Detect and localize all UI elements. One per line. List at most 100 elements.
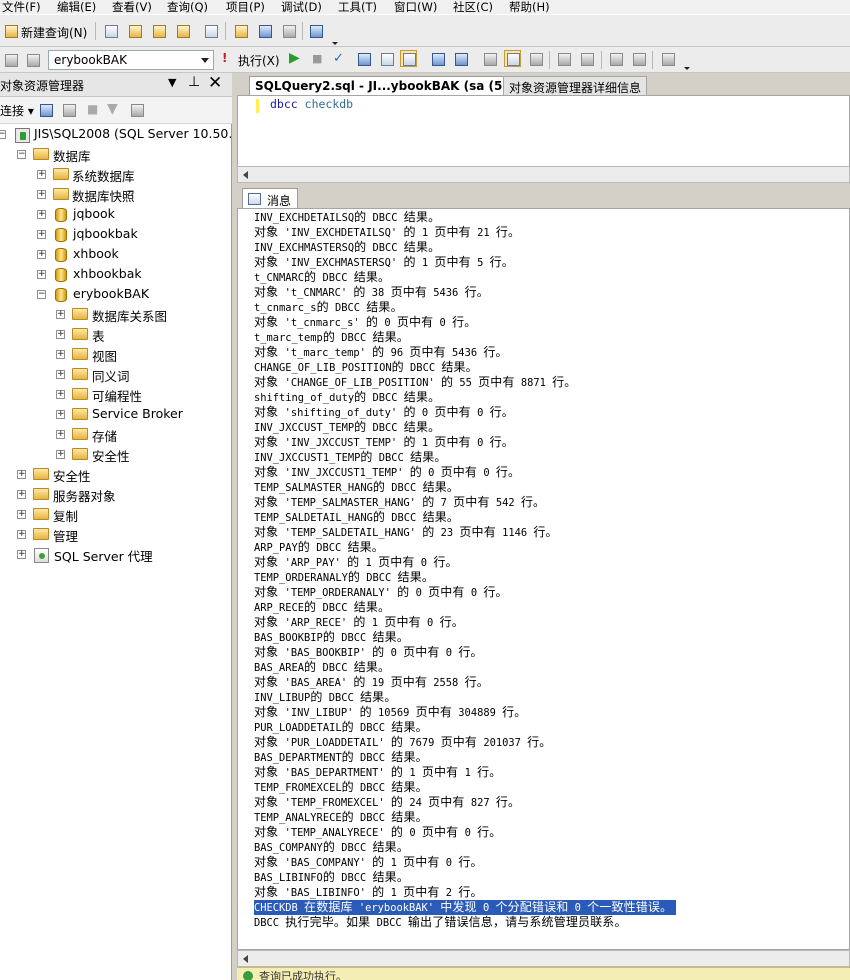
display-plan-icon[interactable]	[356, 51, 373, 68]
message-line: BAS_BOOKBIP的 DBCC 结果。	[254, 630, 409, 644]
menu-debug[interactable]: 调试(D)	[281, 0, 322, 14]
uncomment-lines-icon[interactable]	[579, 51, 596, 68]
close-icon[interactable]: ✕	[208, 73, 222, 93]
menu-community[interactable]: 社区(C)	[453, 0, 493, 14]
folder-icon	[33, 488, 49, 500]
cancel-query-icon[interactable]: ■	[312, 52, 322, 65]
folder-icon	[72, 328, 88, 340]
new-file-icon[interactable]	[103, 23, 120, 40]
menu-edit[interactable]: 编辑(E)	[57, 0, 96, 14]
database-icon	[55, 268, 67, 282]
print-icon[interactable]	[281, 23, 298, 40]
database-engine-query-icon[interactable]	[127, 23, 144, 40]
connect-explorer-icon[interactable]	[38, 102, 55, 119]
message-line: BAS_DEPARTMENT的 DBCC 结果。	[254, 750, 428, 764]
query-designer-icon[interactable]	[379, 51, 396, 68]
message-line: 对象 'BAS_AREA' 的 19 页中有 2558 行。	[254, 675, 489, 689]
connect-icon[interactable]	[3, 52, 20, 69]
folder-icon	[72, 388, 88, 400]
stop-icon[interactable]: ■	[87, 102, 98, 116]
filter-icon[interactable]: ▼	[107, 101, 118, 117]
query-editor[interactable]: dbcc checkdb	[237, 95, 850, 167]
disconnect-icon[interactable]	[25, 52, 42, 69]
scroll-left-arrow-icon[interactable]	[243, 955, 248, 963]
standard-toolbar: 新建查询(N)	[0, 14, 850, 47]
execute-button[interactable]: 执行(X)	[238, 52, 280, 69]
messages-pane[interactable]: INV_EXCHDETAILSQ的 DBCC 结果。 对象 'INV_EXCHDE…	[237, 208, 850, 950]
message-summary-selected: CHECKDB 在数据库 'erybookBAK' 中发现 0 个分配错误和 0…	[254, 900, 677, 915]
message-line: BAS_LIBINFO的 DBCC 结果。	[254, 870, 409, 884]
folder-icon	[33, 528, 49, 540]
message-line: t_CNMARC的 DBCC 结果。	[254, 270, 391, 284]
message-line: BAS_AREA的 DBCC 结果。	[254, 660, 391, 674]
message-line: 对象 'BAS_LIBINFO' 的 1 页中有 2 行。	[254, 885, 483, 899]
results-to-file-icon[interactable]	[453, 51, 470, 68]
menu-help[interactable]: 帮助(H)	[509, 0, 550, 14]
new-query-button[interactable]: 新建查询(N)	[21, 24, 87, 41]
database-select[interactable]: erybookBAK	[48, 50, 214, 70]
message-line: 对象 'INV_JXCCUST_TEMP' 的 1 页中有 0 行。	[254, 435, 514, 449]
toolbar-overflow-icon[interactable]	[683, 62, 690, 71]
menu-project[interactable]: 项目(P)	[226, 0, 265, 14]
message-line: 对象 'ARP_RECE' 的 1 页中有 0 行。	[254, 615, 464, 629]
message-line: 对象 'TEMP_SALDETAIL_HANG' 的 23 页中有 1146 行…	[254, 525, 558, 539]
menu-query[interactable]: 查询(Q)	[167, 0, 208, 14]
parse-check-icon[interactable]: ✓	[333, 51, 344, 66]
menu-view[interactable]: 查看(V)	[112, 0, 152, 14]
message-line: TEMP_ANALYRECE的 DBCC 结果。	[254, 810, 428, 824]
refresh-icon[interactable]	[129, 102, 146, 119]
dropdown-icon[interactable]: ▼	[168, 76, 176, 89]
xmla-query-icon[interactable]	[175, 23, 192, 40]
message-line: INV_EXCHDETAILSQ的 DBCC 结果。	[254, 210, 441, 224]
tab-sqlquery2[interactable]: SQLQuery2.sql - JI...ybookBAK (sa (57))*	[249, 76, 534, 96]
messages-icon	[248, 193, 261, 205]
toolbar-overflow-icon[interactable]	[331, 37, 338, 46]
menu-tools[interactable]: 工具(T)	[338, 0, 377, 14]
folder-icon	[33, 468, 49, 480]
results-to-text-icon[interactable]	[430, 51, 447, 68]
database-icon	[55, 208, 67, 222]
connect-button[interactable]: 连接 ▾	[0, 102, 34, 119]
object-explorer-toolbar: 连接 ▾ ■ ▼	[0, 97, 232, 124]
debug-exclamation-icon[interactable]: !	[222, 51, 227, 65]
new-query-icon	[3, 23, 20, 40]
message-line: BAS_COMPANY的 DBCC 结果。	[254, 840, 409, 854]
editor-horizontal-scrollbar[interactable]	[237, 166, 850, 183]
specify-values-icon[interactable]	[660, 51, 677, 68]
disconnect-explorer-icon[interactable]	[61, 102, 78, 119]
message-line: 对象 'BAS_BOOKBIP' 的 0 页中有 0 行。	[254, 645, 483, 659]
scroll-left-arrow-icon[interactable]	[243, 171, 248, 179]
results-to-grid-icon[interactable]	[400, 50, 417, 67]
message-line: shifting_of_duty的 DBCC 结果。	[254, 390, 441, 404]
include-plan-icon[interactable]	[482, 51, 499, 68]
object-explorer: 对象资源管理器 ▼ ⊥ ✕ 连接 ▾ ■ ▼ − JIS\SQL2008 (SQ…	[0, 73, 248, 980]
message-line: 对象 'shifting_of_duty' 的 0 页中有 0 行。	[254, 405, 514, 419]
menu-window[interactable]: 窗口(W)	[394, 0, 437, 14]
activity-monitor-icon[interactable]	[308, 23, 325, 40]
comment-lines-icon[interactable]	[556, 51, 573, 68]
open-project-icon[interactable]	[203, 23, 220, 40]
open-file-icon[interactable]	[233, 23, 250, 40]
tab-messages[interactable]: 消息	[242, 188, 298, 209]
include-stats-icon[interactable]	[528, 51, 545, 68]
messages-horizontal-scrollbar[interactable]	[237, 950, 850, 967]
client-statistics-icon[interactable]	[504, 50, 521, 67]
folder-icon	[53, 188, 69, 200]
folder-icon	[33, 508, 49, 520]
pin-icon[interactable]: ⊥	[188, 74, 200, 90]
message-line: TEMP_SALMASTER_HANG的 DBCC 结果。	[254, 480, 460, 494]
debug-play-icon[interactable]: ▶	[289, 50, 300, 66]
query-text: dbcc checkdb	[270, 97, 353, 111]
database-icon	[55, 248, 67, 262]
line-change-marker	[256, 99, 259, 113]
analysis-query-icon[interactable]	[151, 23, 168, 40]
menu-file[interactable]: 文件(F)	[2, 0, 41, 14]
splitter[interactable]	[237, 183, 850, 188]
tab-object-explorer-details[interactable]: 对象资源管理器详细信息	[503, 76, 648, 96]
increase-indent-icon[interactable]	[631, 51, 648, 68]
message-line: 对象 'TEMP_ANALYRECE' 的 0 页中有 0 行。	[254, 825, 502, 839]
decrease-indent-icon[interactable]	[608, 51, 625, 68]
folder-icon	[53, 168, 69, 180]
save-icon[interactable]	[257, 23, 274, 40]
message-line: INV_JXCCUST1_TEMP的 DBCC 结果。	[254, 450, 447, 464]
